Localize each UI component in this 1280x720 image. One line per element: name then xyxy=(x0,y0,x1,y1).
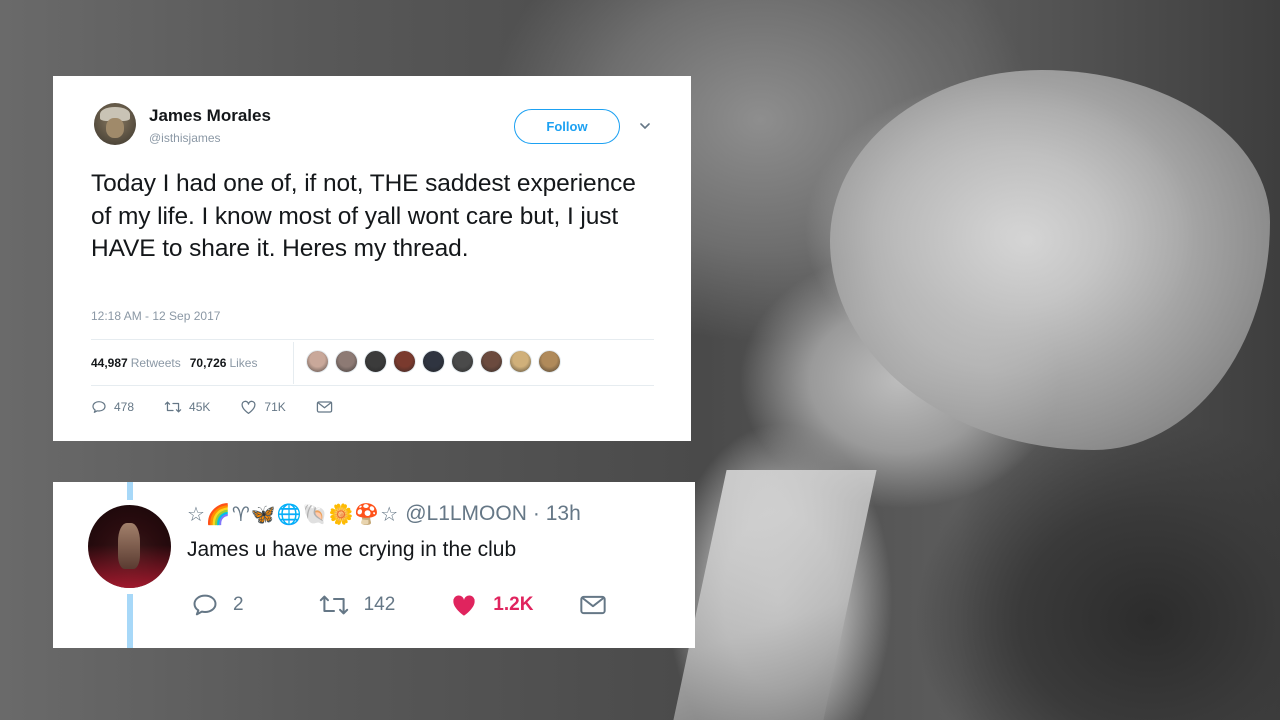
chevron-down-icon[interactable] xyxy=(639,120,651,132)
reply-count: 2 xyxy=(233,594,244,615)
reply-icon xyxy=(92,401,106,413)
tweet-text: Today I had one of, if not, THE saddest … xyxy=(91,170,636,262)
avatar[interactable] xyxy=(88,505,171,588)
liker-avatar[interactable] xyxy=(509,350,532,373)
author-name[interactable]: James Morales xyxy=(149,106,271,126)
thread-line xyxy=(127,482,133,500)
reply-header: ☆🌈♈🦋🌐🐚🌼🍄☆ @L1LMOON · 13h xyxy=(187,502,581,526)
display-name[interactable]: ☆🌈♈🦋🌐🐚🌼🍄☆ xyxy=(187,502,399,526)
likes-count[interactable]: 70,726 xyxy=(190,356,227,370)
dm-action[interactable] xyxy=(316,400,333,414)
liker-avatar[interactable] xyxy=(306,350,329,373)
reply-handle[interactable]: @L1LMOON xyxy=(405,502,527,526)
liker-avatar[interactable] xyxy=(451,350,474,373)
author-handle[interactable]: @isthisjames xyxy=(149,131,221,145)
divider xyxy=(91,339,654,340)
follow-button[interactable]: Follow xyxy=(514,109,620,144)
liker-avatar[interactable] xyxy=(480,350,503,373)
stats-separator xyxy=(293,342,294,384)
mail-icon xyxy=(580,595,607,615)
divider xyxy=(91,385,654,386)
liker-avatar[interactable] xyxy=(364,350,387,373)
heart-icon xyxy=(241,400,256,415)
tweet-timestamp[interactable]: 12:18 AM - 12 Sep 2017 xyxy=(91,309,220,323)
retweet-icon xyxy=(319,595,348,615)
retweet-count: 45K xyxy=(189,400,211,414)
retweets-label[interactable]: Retweets xyxy=(131,356,181,370)
reply-action[interactable]: 478 xyxy=(91,399,134,415)
dm-action[interactable] xyxy=(579,594,607,616)
mail-icon xyxy=(316,401,332,413)
reply-icon xyxy=(193,594,217,616)
avatar[interactable] xyxy=(94,103,136,145)
retweet-count: 142 xyxy=(363,594,396,615)
liker-avatar[interactable] xyxy=(538,350,561,373)
liker-avatars xyxy=(306,350,567,373)
retweet-action[interactable]: 45K xyxy=(164,399,210,415)
liker-avatar[interactable] xyxy=(393,350,416,373)
reply-action[interactable]: 2 xyxy=(191,592,244,618)
retweets-count[interactable]: 44,987 xyxy=(91,356,128,370)
like-count: 1.2K xyxy=(493,594,534,615)
reply-count: 478 xyxy=(114,400,135,414)
like-action[interactable]: 71K xyxy=(240,399,286,415)
reply-actions: 2 142 1.2K xyxy=(191,592,607,618)
heart-icon xyxy=(453,595,475,616)
like-action[interactable]: 1.2K xyxy=(449,592,533,618)
like-count: 71K xyxy=(264,400,286,414)
tweet-actions: 478 45K 71K xyxy=(91,399,333,415)
reply-text: James u have me crying in the club xyxy=(187,538,517,561)
liker-avatar[interactable] xyxy=(422,350,445,373)
thread-line xyxy=(127,594,133,648)
liker-avatar[interactable] xyxy=(335,350,358,373)
retweet-action[interactable]: 142 xyxy=(318,593,396,617)
retweet-icon xyxy=(164,401,182,413)
engagement-stats: 44,987 Retweets 70,726 Likes xyxy=(91,353,257,373)
likes-label[interactable]: Likes xyxy=(229,356,257,370)
reply-time[interactable]: · 13h xyxy=(533,502,581,526)
reply-card: ☆🌈♈🦋🌐🐚🌼🍄☆ @L1LMOON · 13h James u have me… xyxy=(53,482,695,648)
tweet-card: James Morales @isthisjames Follow Today … xyxy=(53,76,691,441)
